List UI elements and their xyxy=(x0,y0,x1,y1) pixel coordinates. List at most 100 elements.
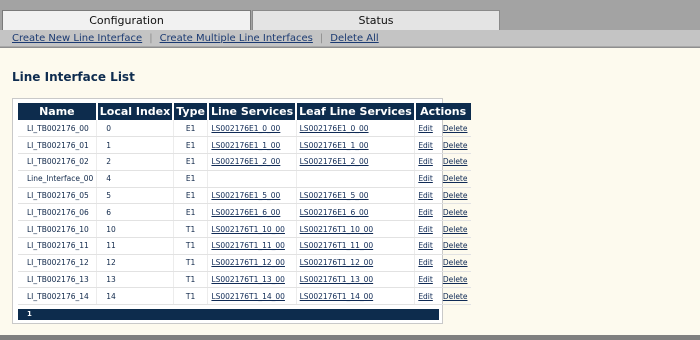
tab-configuration[interactable]: Configuration xyxy=(2,10,251,32)
cell-actions: Edit Delete xyxy=(414,170,471,188)
leaf-line-service-link[interactable]: LS002176T1_11_00 xyxy=(300,241,374,250)
main-content: Line Interface List Name Local Index Typ… xyxy=(0,48,700,335)
leaf-line-service-link[interactable]: LS002176T1_14_00 xyxy=(300,292,374,301)
cell-name: LI_TB002176_13 xyxy=(18,271,98,289)
leaf-line-service-link[interactable]: LS002176T1_10_00 xyxy=(300,225,374,234)
cell-name: LI_TB002176_00 xyxy=(18,120,98,138)
leaf-line-service-link[interactable]: LS002176T1_13_00 xyxy=(300,275,374,284)
cell-line-services: LS002176E1_0_00 xyxy=(207,120,297,138)
leaf-line-service-link[interactable]: LS002176E1_0_00 xyxy=(300,124,369,133)
cell-leaf-line-services: LS002176T1_12_00 xyxy=(296,254,416,272)
cell-name: LI_TB002176_10 xyxy=(18,220,98,239)
cell-actions: Edit Delete xyxy=(414,287,471,306)
table-row: LI_TB002176_02 2 E1 LS002176E1_2_00 LS002176… xyxy=(18,153,471,171)
cell-line-services: LS002176T1_14_00 xyxy=(207,287,297,306)
cell-line-services xyxy=(207,170,297,188)
cell-local-index: 11 xyxy=(96,237,174,255)
cell-line-services: LS002176T1_11_00 xyxy=(207,237,297,255)
edit-link[interactable]: Edit xyxy=(418,124,433,133)
leaf-line-service-link[interactable]: LS002176E1_1_00 xyxy=(300,141,369,150)
leaf-line-service-link[interactable]: LS002176E1_6_00 xyxy=(300,208,369,217)
edit-link[interactable]: Edit xyxy=(418,141,433,150)
delete-link[interactable]: Delete xyxy=(443,208,468,217)
edit-link[interactable]: Edit xyxy=(418,174,433,183)
table-header-row: Name Local Index Type Line Services Leaf… xyxy=(18,103,471,120)
table-row: LI_TB002176_11 11 T1 LS002176T1_11_00 LS0021… xyxy=(18,237,471,255)
cell-leaf-line-services: LS002176E1_6_00 xyxy=(296,203,416,222)
cell-line-services: LS002176E1_1_00 xyxy=(207,136,297,155)
delete-link[interactable]: Delete xyxy=(443,258,468,267)
line-service-link[interactable]: LS002176T1_14_00 xyxy=(211,292,285,301)
delete-link[interactable]: Delete xyxy=(443,141,468,150)
cell-local-index: 12 xyxy=(96,254,174,272)
leaf-line-service-link[interactable]: LS002176T1_12_00 xyxy=(300,258,374,267)
table-row: LI_TB002176_05 5 E1 LS002176E1_5_00 LS002176… xyxy=(18,187,471,205)
cell-name: LI_TB002176_02 xyxy=(18,153,98,171)
delete-link[interactable]: Delete xyxy=(443,174,468,183)
cell-type: E1 xyxy=(173,120,209,138)
create-new-line-interface-link[interactable]: Create New Line Interface xyxy=(12,33,142,44)
delete-all-link[interactable]: Delete All xyxy=(330,33,378,44)
line-service-link[interactable]: LS002176E1_1_00 xyxy=(211,141,280,150)
cell-type: T1 xyxy=(173,287,209,306)
col-line-services-header: Line Services xyxy=(207,103,298,120)
cell-local-index: 14 xyxy=(96,287,174,306)
edit-link[interactable]: Edit xyxy=(418,225,433,234)
line-service-link[interactable]: LS002176T1_12_00 xyxy=(211,258,285,267)
delete-link[interactable]: Delete xyxy=(443,124,468,133)
cell-name: LI_TB002176_05 xyxy=(18,187,98,205)
cell-local-index: 1 xyxy=(96,136,174,155)
col-name-header: Name xyxy=(18,103,98,120)
line-service-link[interactable]: LS002176E1_6_00 xyxy=(211,208,280,217)
delete-link[interactable]: Delete xyxy=(443,292,468,301)
cell-leaf-line-services: LS002176T1_14_00 xyxy=(296,287,416,306)
cell-type: E1 xyxy=(173,187,209,205)
delete-link[interactable]: Delete xyxy=(443,191,468,200)
cell-name: Line_Interface_00 xyxy=(18,170,98,188)
delete-link[interactable]: Delete xyxy=(443,241,468,250)
cell-type: T1 xyxy=(173,271,209,289)
line-interface-table: Name Local Index Type Line Services Leaf… xyxy=(18,103,471,306)
tab-status[interactable]: Status xyxy=(252,10,500,31)
line-service-link[interactable]: LS002176T1_13_00 xyxy=(211,275,285,284)
edit-link[interactable]: Edit xyxy=(418,208,433,217)
cell-actions: Edit Delete xyxy=(414,187,471,205)
cell-local-index: 2 xyxy=(96,153,174,171)
line-service-link[interactable]: LS002176E1_0_00 xyxy=(211,124,280,133)
line-service-link[interactable]: LS002176T1_10_00 xyxy=(211,225,285,234)
cell-leaf-line-services: LS002176E1_1_00 xyxy=(296,136,416,155)
cell-name: LI_TB002176_11 xyxy=(18,237,98,255)
page-number-1[interactable]: 1 xyxy=(27,310,32,318)
delete-link[interactable]: Delete xyxy=(443,275,468,284)
line-service-link[interactable]: LS002176E1_5_00 xyxy=(211,191,280,200)
cell-local-index: 10 xyxy=(96,220,174,239)
edit-link[interactable]: Edit xyxy=(418,258,433,267)
edit-link[interactable]: Edit xyxy=(418,241,433,250)
cell-type: T1 xyxy=(173,254,209,272)
cell-local-index: 6 xyxy=(96,203,174,222)
line-service-link[interactable]: LS002176T1_11_00 xyxy=(211,241,285,250)
separator: | xyxy=(149,33,153,44)
cell-type: E1 xyxy=(173,153,209,171)
edit-link[interactable]: Edit xyxy=(418,191,433,200)
delete-link[interactable]: Delete xyxy=(443,225,468,234)
edit-link[interactable]: Edit xyxy=(418,292,433,301)
page-title: Line Interface List xyxy=(12,70,135,84)
cell-line-services: LS002176T1_12_00 xyxy=(207,254,297,272)
leaf-line-service-link[interactable]: LS002176E1_5_00 xyxy=(300,191,369,200)
delete-link[interactable]: Delete xyxy=(443,157,468,166)
cell-local-index: 13 xyxy=(96,271,174,289)
line-service-link[interactable]: LS002176E1_2_00 xyxy=(211,157,280,166)
cell-name: LI_TB002176_01 xyxy=(18,136,98,155)
col-leaf-line-services-header: Leaf Line Services xyxy=(296,103,416,120)
cell-name: LI_TB002176_12 xyxy=(18,254,98,272)
edit-link[interactable]: Edit xyxy=(418,157,433,166)
bottom-border xyxy=(0,335,700,340)
create-multiple-line-interfaces-link[interactable]: Create Multiple Line Interfaces xyxy=(160,33,313,44)
cell-actions: Edit Delete xyxy=(414,203,471,222)
cell-local-index: 5 xyxy=(96,187,174,205)
edit-link[interactable]: Edit xyxy=(418,275,433,284)
cell-leaf-line-services: LS002176E1_0_00 xyxy=(296,120,416,138)
leaf-line-service-link[interactable]: LS002176E1_2_00 xyxy=(300,157,369,166)
separator: | xyxy=(319,33,324,44)
